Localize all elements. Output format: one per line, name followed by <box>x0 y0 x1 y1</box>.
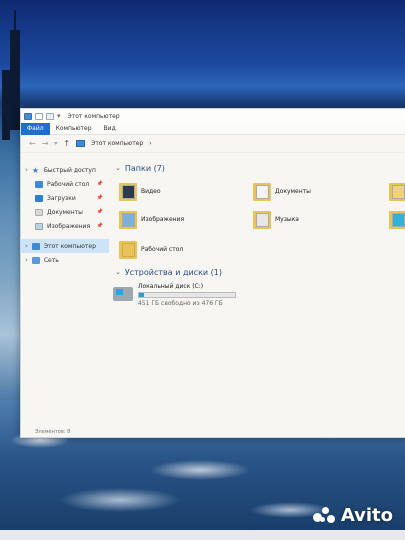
devices-section-header[interactable]: ⌄ Устройства и диски (1) <box>113 265 222 279</box>
navigation-pane: › ★ Быстрый доступ Рабочий стол 📌 Загруз… <box>21 153 109 425</box>
sidebar-item-network[interactable]: › Сеть <box>21 253 109 267</box>
folder-documents[interactable]: Документы <box>253 181 311 201</box>
properties-icon[interactable] <box>35 112 43 120</box>
sidebar-item-label: Документы <box>47 208 83 216</box>
taskbar <box>0 530 405 540</box>
folder-label: Видео <box>141 187 161 195</box>
documents-folder-icon <box>253 181 271 201</box>
folder-videos[interactable]: Видео <box>119 181 161 201</box>
star-icon: ★ <box>31 165 39 175</box>
folder-label: Рабочий стол <box>141 245 184 253</box>
watermark-text: Avito <box>340 505 393 526</box>
tab-computer[interactable]: Компьютер <box>50 123 98 135</box>
window-title: Этот компьютер <box>67 112 120 120</box>
up-arrow-icon[interactable]: ↑ <box>63 139 70 148</box>
tab-file[interactable]: Файл <box>21 122 50 135</box>
status-bar: Элементов: 8 <box>35 429 71 435</box>
chevron-down-icon[interactable]: ⌄ <box>115 164 121 172</box>
folder-music[interactable]: Музыка <box>253 209 299 229</box>
sidebar-item-label: Рабочий стол <box>47 180 90 188</box>
folder-3d-objects-partial[interactable] <box>389 209 405 229</box>
chevron-right-icon[interactable]: › <box>25 256 28 264</box>
drive-usage-fill <box>139 293 144 297</box>
sidebar-item-documents[interactable]: Документы 📌 <box>21 205 109 219</box>
ribbon: Файл Компьютер Вид <box>21 122 405 135</box>
back-arrow-icon[interactable]: ← <box>29 139 36 148</box>
pin-icon: 📌 <box>96 181 103 187</box>
explorer-icon <box>24 112 32 120</box>
network-icon <box>31 256 40 264</box>
title-bar: ▾ Этот компьютер <box>21 109 405 123</box>
pin-icon: 📌 <box>96 195 103 201</box>
sidebar-item-this-pc[interactable]: › Этот компьютер <box>21 239 109 253</box>
skyline-tower-spire <box>14 10 16 32</box>
drive-free-space: 451 ГБ свободно из 476 ГБ <box>138 300 223 307</box>
drive-name: Локальный диск (C:) <box>138 283 204 290</box>
pin-icon: 📌 <box>96 223 103 229</box>
folder-label: Изображения <box>141 215 185 223</box>
chevron-right-icon[interactable]: › <box>25 242 28 250</box>
avito-logo-icon <box>312 506 337 525</box>
sidebar-item-label: Загрузки <box>47 194 76 202</box>
section-title: Папки (7) <box>124 163 165 173</box>
sidebar-item-label: Сеть <box>43 256 59 264</box>
sidebar-item-label: Быстрый доступ <box>43 166 96 174</box>
pictures-icon <box>35 222 43 230</box>
computer-icon <box>76 140 86 147</box>
music-folder-icon <box>253 209 271 229</box>
breadcrumb-separator[interactable]: › <box>149 140 151 147</box>
section-title: Устройства и диски (1) <box>124 267 222 277</box>
downloads-folder-icon <box>389 181 405 201</box>
chevron-right-icon[interactable]: › <box>25 166 28 174</box>
folder-label: Документы <box>275 187 311 195</box>
video-folder-icon <box>119 181 137 201</box>
downloads-icon <box>35 194 43 202</box>
folder-downloads-partial[interactable] <box>389 181 405 201</box>
sidebar-item-label: Этот компьютер <box>43 242 96 250</box>
sidebar-item-pictures[interactable]: Изображения 📌 <box>21 219 109 233</box>
breadcrumb[interactable]: Этот компьютер <box>91 140 143 147</box>
hard-drive-icon <box>113 287 133 301</box>
documents-icon <box>35 208 43 216</box>
3d-objects-folder-icon <box>389 209 405 229</box>
sidebar-item-desktop[interactable]: Рабочий стол 📌 <box>21 177 109 191</box>
sidebar-item-downloads[interactable]: Загрузки 📌 <box>21 191 109 205</box>
pictures-folder-icon <box>119 209 137 229</box>
folder-desktop[interactable]: Рабочий стол <box>119 239 183 259</box>
sidebar-item-label: Изображения <box>47 222 91 230</box>
skyline-tower <box>10 30 20 130</box>
folder-label: Музыка <box>275 215 299 223</box>
new-folder-icon[interactable] <box>46 112 54 120</box>
tab-view[interactable]: Вид <box>98 123 122 135</box>
explorer-window: ▾ Этот компьютер Файл Компьютер Вид ← → … <box>20 108 405 438</box>
chevron-down-icon[interactable]: ⌄ <box>115 268 121 276</box>
address-bar: ← → ▾ ↑ Этот компьютер › <box>21 135 405 153</box>
content-pane: ⌄ Папки (7) Видео Документы Изображения <box>113 153 405 425</box>
pin-icon: 📌 <box>96 209 103 215</box>
sidebar-item-quick-access[interactable]: › ★ Быстрый доступ <box>21 163 109 177</box>
forward-arrow-icon[interactable]: → <box>42 139 49 148</box>
recent-dropdown-icon[interactable]: ▾ <box>54 140 57 147</box>
computer-icon <box>31 242 40 250</box>
folder-pictures[interactable]: Изображения <box>119 209 184 229</box>
desktop-folder-icon <box>119 239 137 259</box>
folders-section-header[interactable]: ⌄ Папки (7) <box>113 161 405 175</box>
skyline-building <box>2 70 10 140</box>
drive-usage-bar <box>138 292 236 298</box>
quick-access-dropdown-icon[interactable]: ▾ <box>57 112 61 120</box>
drive-c[interactable]: Локальный диск (C:) 451 ГБ свободно из 4… <box>113 283 236 307</box>
desktop-icon <box>35 180 43 188</box>
avito-watermark: Avito <box>312 505 393 526</box>
